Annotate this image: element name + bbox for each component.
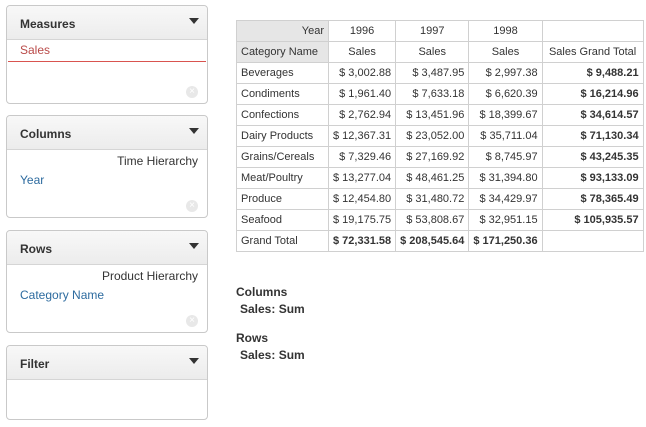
value-cell: $ 31,394.80 <box>468 167 543 189</box>
row-total-cell: $ 16,214.96 <box>541 83 644 105</box>
value-cell: $ 12,367.31 <box>327 125 397 147</box>
value-cell: $ 19,175.75 <box>327 209 397 231</box>
table-row: Seafood $ 19,175.75 $ 53,808.67 $ 32,951.15… <box>236 209 644 231</box>
filter-panel: Filter <box>6 345 208 420</box>
rows-item-category-name[interactable]: Category Name <box>20 288 104 302</box>
summary-columns-title: Columns <box>236 285 288 299</box>
grand-total-cell: $ 72,331.58 <box>327 230 397 252</box>
row-total-cell: $ 105,935.57 <box>541 209 644 231</box>
columns-panel: Columns Time Hierarchy Year × <box>6 115 208 218</box>
row-total-cell: $ 78,365.49 <box>541 188 644 210</box>
value-cell: $ 8,745.97 <box>468 146 543 168</box>
value-cell: $ 23,052.00 <box>395 125 470 147</box>
grand-total-row: Grand Total $ 72,331.58 $ 208,545.64 $ 1… <box>236 230 644 252</box>
value-cell: $ 53,808.67 <box>395 209 470 231</box>
value-cell: $ 7,329.46 <box>327 146 397 168</box>
columns-item-year[interactable]: Year <box>20 173 44 187</box>
value-cell: $ 35,711.04 <box>468 125 543 147</box>
rows-panel: Rows Product Hierarchy Category Name × <box>6 230 208 333</box>
chevron-down-icon[interactable] <box>189 128 199 134</box>
value-cell: $ 48,461.25 <box>395 167 470 189</box>
row-category-label[interactable]: Condiments <box>236 83 329 105</box>
grand-total-cell: $ 171,250.36 <box>468 230 543 252</box>
row-total-cell: $ 43,245.35 <box>541 146 644 168</box>
row-total-cell: $ 9,488.21 <box>541 62 644 84</box>
row-total-cell: $ 93,133.09 <box>541 167 644 189</box>
value-cell: $ 31,480.72 <box>395 188 470 210</box>
value-cell: $ 27,169.92 <box>395 146 470 168</box>
table-row: Meat/Poultry $ 13,277.04 $ 48,461.25 $ 31,3… <box>236 167 644 189</box>
measure-header: Sales <box>395 41 470 63</box>
columns-panel-header[interactable]: Columns <box>7 116 207 150</box>
table-row: Confections $ 2,762.94 $ 13,451.96 $ 18,399… <box>236 104 644 126</box>
value-cell: $ 2,997.38 <box>468 62 543 84</box>
measure-item-label: Sales <box>20 43 51 57</box>
row-category-label[interactable]: Beverages <box>236 62 329 84</box>
measure-header: Sales <box>327 41 397 63</box>
grand-total-cell: $ 208,545.64 <box>395 230 470 252</box>
measure-header: Sales <box>468 41 543 63</box>
row-category-label[interactable]: Dairy Products <box>236 125 329 147</box>
value-cell: $ 2,762.94 <box>327 104 397 126</box>
summary-rows-value: Sales: Sum <box>240 348 305 362</box>
chevron-down-icon[interactable] <box>189 18 199 24</box>
pivot-header-row-years: Year 1996 1997 1998 <box>236 20 644 42</box>
filter-panel-title: Filter <box>20 357 50 371</box>
rows-hierarchy-label: Product Hierarchy <box>101 269 198 283</box>
col-axis-label: Year <box>236 20 329 42</box>
value-cell: $ 13,277.04 <box>327 167 397 189</box>
year-header[interactable]: 1998 <box>468 20 543 42</box>
grand-total-label: Grand Total <box>236 230 329 252</box>
pivot-table: Year 1996 1997 1998 Category Name Sales … <box>236 20 644 252</box>
columns-hierarchy-label: Time Hierarchy <box>117 154 198 168</box>
value-cell: $ 7,633.18 <box>395 83 470 105</box>
row-axis-label: Category Name <box>236 41 329 63</box>
value-cell: $ 3,487.95 <box>395 62 470 84</box>
rows-panel-header[interactable]: Rows <box>7 231 207 265</box>
columns-panel-title: Columns <box>20 127 72 141</box>
row-category-label[interactable]: Seafood <box>236 209 329 231</box>
value-cell: $ 12,454.80 <box>327 188 397 210</box>
value-cell: $ 32,951.15 <box>468 209 543 231</box>
year-header[interactable]: 1997 <box>395 20 470 42</box>
value-cell: $ 1,961.40 <box>327 83 397 105</box>
value-cell: $ 3,002.88 <box>327 62 397 84</box>
value-cell: $ 34,429.97 <box>468 188 543 210</box>
year-header[interactable]: 1996 <box>327 20 397 42</box>
measures-panel: Measures Sales × <box>6 5 208 104</box>
row-category-label[interactable]: Grains/Cereals <box>236 146 329 168</box>
row-total-cell: $ 71,130.34 <box>541 125 644 147</box>
filter-panel-header[interactable]: Filter <box>7 346 207 380</box>
table-row: Grains/Cereals $ 7,329.46 $ 27,169.92 $ 8,7… <box>236 146 644 168</box>
remove-icon[interactable]: × <box>186 86 198 98</box>
value-cell: $ 13,451.96 <box>395 104 470 126</box>
chevron-down-icon[interactable] <box>189 358 199 364</box>
rows-panel-title: Rows <box>20 242 53 256</box>
row-category-label[interactable]: Confections <box>236 104 329 126</box>
measure-item-sales[interactable]: Sales <box>8 40 206 62</box>
table-row: Dairy Products $ 12,367.31 $ 23,052.00 $ 35… <box>236 125 644 147</box>
chevron-down-icon[interactable] <box>189 243 199 249</box>
value-cell: $ 18,399.67 <box>468 104 543 126</box>
summary-columns-value: Sales: Sum <box>240 302 305 316</box>
remove-icon[interactable]: × <box>186 315 198 327</box>
measures-panel-title: Measures <box>20 17 76 31</box>
empty-header-cell <box>541 20 644 42</box>
measures-panel-header[interactable]: Measures <box>7 6 207 40</box>
table-row: Condiments $ 1,961.40 $ 7,633.18 $ 6,620.39… <box>236 83 644 105</box>
row-category-label[interactable]: Meat/Poultry <box>236 167 329 189</box>
grand-total-col-header: Sales Grand Total <box>541 41 644 63</box>
filter-drop-area[interactable] <box>7 380 207 419</box>
pivot-header-row-measures: Category Name Sales Sales Sales Sales Gr… <box>236 41 644 63</box>
table-row: Beverages $ 3,002.88 $ 3,487.95 $ 2,997.38 $… <box>236 62 644 84</box>
row-total-cell: $ 34,614.57 <box>541 104 644 126</box>
row-category-label[interactable]: Produce <box>236 188 329 210</box>
grand-total-cell <box>541 230 644 252</box>
value-cell: $ 6,620.39 <box>468 83 543 105</box>
table-row: Produce $ 12,454.80 $ 31,480.72 $ 34,429.97… <box>236 188 644 210</box>
summary-rows-title: Rows <box>236 331 269 345</box>
remove-icon[interactable]: × <box>186 200 198 212</box>
